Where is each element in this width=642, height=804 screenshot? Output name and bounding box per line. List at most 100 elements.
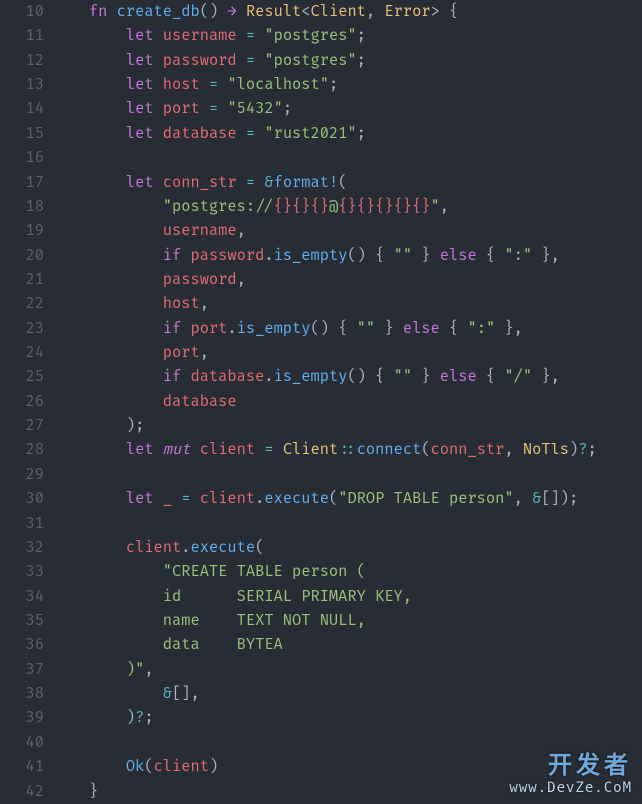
token: [52, 197, 163, 216]
code-line[interactable]: let username = "postgres";: [52, 24, 642, 48]
token: else: [440, 367, 477, 386]
token: @: [329, 197, 338, 216]
code-line[interactable]: );: [52, 414, 642, 438]
token: ": [431, 197, 440, 216]
token: [200, 75, 209, 94]
token: host: [163, 294, 200, 313]
line-number: 25: [0, 365, 44, 389]
code-line[interactable]: [52, 731, 642, 755]
code-line[interactable]: port,: [52, 341, 642, 365]
token: client: [126, 538, 181, 557]
code-line[interactable]: client.execute(: [52, 536, 642, 560]
token: database: [163, 124, 237, 143]
token: },: [532, 367, 560, 386]
code-line[interactable]: let conn_str = &format!(: [52, 171, 642, 195]
line-number: 42: [0, 780, 44, 804]
code-line[interactable]: fn create_db() → Result<Client, Error> {: [52, 0, 642, 24]
code-line[interactable]: &[],: [52, 682, 642, 706]
line-number: 23: [0, 317, 44, 341]
code-line[interactable]: )?;: [52, 706, 642, 730]
token: [255, 440, 264, 459]
token: ,: [200, 294, 209, 313]
token: [237, 51, 246, 70]
token: [52, 782, 89, 801]
token: .: [264, 246, 273, 265]
token: [255, 173, 264, 192]
line-number: 26: [0, 390, 44, 414]
code-line[interactable]: id SERIAL PRIMARY KEY,: [52, 585, 642, 609]
line-number: 30: [0, 487, 44, 511]
token: Ok: [126, 757, 144, 776]
code-line[interactable]: host,: [52, 292, 642, 316]
code-line[interactable]: [52, 512, 642, 536]
token: ;: [357, 51, 366, 70]
token: let: [126, 99, 163, 118]
token: .: [255, 489, 264, 508]
code-line[interactable]: if database.is_empty() { "" } else { "/"…: [52, 365, 642, 389]
token: mut: [163, 440, 200, 459]
token: port: [163, 99, 200, 118]
token: username: [163, 221, 237, 240]
code-line[interactable]: Ok(client): [52, 755, 642, 779]
line-number: 40: [0, 731, 44, 755]
token: =: [246, 124, 255, 143]
token: let: [126, 51, 163, 70]
code-line[interactable]: let password = "postgres";: [52, 49, 642, 73]
code-line[interactable]: let host = "localhost";: [52, 73, 642, 97]
token: =: [246, 26, 255, 45]
token: conn_str: [163, 173, 237, 192]
code-line[interactable]: [52, 146, 642, 170]
code-line[interactable]: database: [52, 390, 642, 414]
code-line[interactable]: }: [52, 780, 642, 804]
token: execute: [190, 538, 255, 557]
code-line[interactable]: )",: [52, 658, 642, 682]
token: id SERIAL PRIMARY KEY,: [163, 587, 412, 606]
code-line[interactable]: if password.is_empty() { "" } else { ":"…: [52, 244, 642, 268]
token: },: [495, 319, 523, 338]
token: ;: [329, 75, 338, 94]
token: {: [477, 246, 505, 265]
token: [191, 489, 200, 508]
token: [52, 319, 163, 338]
code-line[interactable]: password,: [52, 268, 642, 292]
line-number: 21: [0, 268, 44, 292]
token: [52, 75, 126, 94]
line-number: 37: [0, 658, 44, 682]
token: [],: [172, 684, 200, 703]
line-number: 41: [0, 755, 44, 779]
token: connect: [357, 440, 422, 459]
code-line[interactable]: username,: [52, 219, 642, 243]
code-line[interactable]: let database = "rust2021";: [52, 122, 642, 146]
code-line[interactable]: let _ = client.execute("DROP TABLE perso…: [52, 487, 642, 511]
code-line[interactable]: let mut client = Client::connect(conn_st…: [52, 438, 642, 462]
token: _: [163, 489, 172, 508]
line-number: 32: [0, 536, 44, 560]
token: if: [163, 246, 191, 265]
line-number: 14: [0, 97, 44, 121]
code-line[interactable]: "CREATE TABLE person (: [52, 560, 642, 584]
token: host: [163, 75, 200, 94]
token: is_empty: [237, 319, 311, 338]
line-number: 10: [0, 0, 44, 24]
token: (: [421, 440, 430, 459]
token: password: [163, 270, 237, 289]
code-line[interactable]: "postgres://{}{}{}@{}{}{}{}{}",: [52, 195, 642, 219]
token: () {: [311, 319, 357, 338]
token: [52, 489, 126, 508]
token: [237, 2, 246, 21]
token: "postgres": [264, 26, 356, 45]
token: "postgres://: [163, 197, 274, 216]
token: ,: [504, 440, 522, 459]
code-line[interactable]: name TEXT NOT NULL,: [52, 609, 642, 633]
token: (: [329, 489, 338, 508]
token: .: [227, 319, 236, 338]
token: ::: [338, 440, 356, 459]
token: [52, 684, 163, 703]
code-line[interactable]: data BYTEA: [52, 633, 642, 657]
code-line[interactable]: [52, 463, 642, 487]
token: [255, 124, 264, 143]
code-line[interactable]: let port = "5432";: [52, 97, 642, 121]
code-editor[interactable]: 1011121314151617181920212223242526272829…: [0, 0, 642, 804]
code-line[interactable]: if port.is_empty() { "" } else { ":" },: [52, 317, 642, 341]
code-area[interactable]: fn create_db() → Result<Client, Error> {…: [52, 0, 642, 804]
